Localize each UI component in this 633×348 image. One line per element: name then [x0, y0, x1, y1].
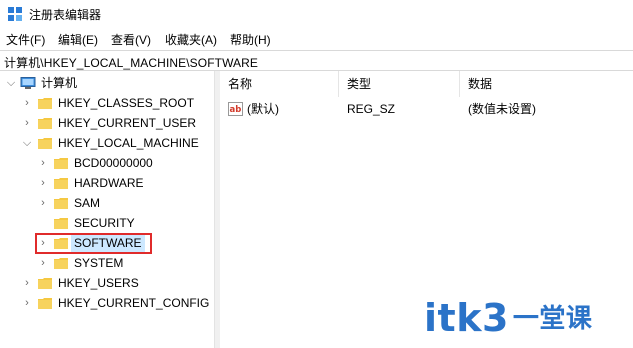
tree-label-sam: SAM	[74, 196, 101, 210]
column-header-data[interactable]: 数据	[460, 71, 633, 97]
tree-item-hkcu[interactable]: › HKEY_CURRENT_USER	[0, 113, 214, 133]
folder-icon	[54, 198, 68, 209]
watermark: itk3 一堂课	[424, 296, 592, 340]
chevron-right-icon[interactable]: ›	[22, 273, 32, 293]
folder-icon	[54, 258, 68, 269]
tree-item-system[interactable]: › SYSTEM	[0, 253, 214, 273]
tree-item-security[interactable]: SECURITY	[0, 213, 214, 233]
title-bar: 注册表编辑器	[0, 0, 633, 28]
watermark-cn: 一堂课	[512, 304, 593, 334]
tree-label-hku: HKEY_USERS	[58, 276, 139, 290]
column-header-type[interactable]: 类型	[339, 71, 459, 97]
tree-item-hardware[interactable]: › HARDWARE	[0, 173, 214, 193]
highlight-box	[35, 233, 152, 254]
address-bar[interactable]: 计算机\HKEY_LOCAL_MACHINE\SOFTWARE	[0, 50, 633, 71]
registry-tree[interactable]: ⌵ 计算机 › HKEY_CLASSES_ROOT › HKEY_CURRENT…	[0, 71, 214, 348]
chevron-right-icon[interactable]: ›	[22, 113, 32, 133]
chevron-right-icon[interactable]: ›	[38, 173, 48, 193]
value-type-cell: REG_SZ	[347, 102, 396, 116]
folder-icon	[54, 218, 68, 229]
tree-item-bcd[interactable]: › BCD00000000	[0, 153, 214, 173]
folder-icon	[54, 178, 68, 189]
menu-file[interactable]: 文件(F)	[6, 31, 45, 48]
menu-bar: 文件(F) 编辑(E) 查看(V) 收藏夹(A) 帮助(H)	[0, 28, 633, 50]
tree-label-computer: 计算机	[41, 76, 78, 90]
tree-label-hkcu: HKEY_CURRENT_USER	[58, 116, 197, 130]
tree-item-hkcc[interactable]: › HKEY_CURRENT_CONFIG	[0, 293, 214, 313]
tree-label-hkcc: HKEY_CURRENT_CONFIG	[58, 296, 210, 310]
menu-help[interactable]: 帮助(H)	[230, 31, 271, 48]
folder-icon	[38, 298, 52, 309]
folder-icon	[38, 118, 52, 129]
value-data-cell: (数值未设置)	[468, 102, 536, 116]
computer-icon	[20, 77, 36, 89]
menu-view[interactable]: 查看(V)	[111, 31, 151, 48]
registry-editor-icon	[8, 7, 22, 21]
tree-label-system: SYSTEM	[74, 256, 124, 270]
chevron-right-icon[interactable]: ›	[38, 193, 48, 213]
address-path[interactable]: 计算机\HKEY_LOCAL_MACHINE\SOFTWARE	[4, 54, 258, 71]
column-header-type-label: 类型	[347, 77, 372, 91]
tree-item-hkcr[interactable]: › HKEY_CLASSES_ROOT	[0, 93, 214, 113]
folder-icon	[38, 278, 52, 289]
tree-item-sam[interactable]: › SAM	[0, 193, 214, 213]
tree-label-security: SECURITY	[74, 216, 135, 230]
window-title: 注册表编辑器	[29, 8, 102, 22]
tree-item-hklm[interactable]: ⌵ HKEY_LOCAL_MACHINE	[0, 133, 214, 153]
svg-text:ab: ab	[230, 105, 242, 115]
string-value-icon: ab	[228, 102, 243, 116]
tree-label-hardware: HARDWARE	[74, 176, 144, 190]
tree-item-hku[interactable]: › HKEY_USERS	[0, 273, 214, 293]
column-header-name-label: 名称	[228, 77, 253, 91]
value-name-cell[interactable]: (默认)	[247, 99, 279, 119]
tree-label-hkcr: HKEY_CLASSES_ROOT	[58, 96, 195, 110]
chevron-right-icon[interactable]: ›	[38, 253, 48, 273]
column-header-name[interactable]: 名称	[220, 71, 338, 97]
chevron-right-icon[interactable]: ›	[38, 153, 48, 173]
folder-open-icon	[38, 138, 52, 149]
tree-label-bcd: BCD00000000	[74, 156, 153, 170]
tree-label-hklm: HKEY_LOCAL_MACHINE	[58, 136, 199, 150]
folder-icon	[54, 158, 68, 169]
chevron-right-icon[interactable]: ›	[22, 93, 32, 113]
watermark-latin: itk3	[424, 296, 509, 340]
column-header-data-label: 数据	[468, 77, 493, 91]
folder-icon	[38, 98, 52, 109]
tree-item-computer[interactable]: ⌵ 计算机	[0, 73, 214, 93]
chevron-right-icon[interactable]: ›	[22, 293, 32, 313]
menu-edit[interactable]: 编辑(E)	[58, 31, 98, 48]
chevron-down-icon[interactable]: ⌵	[22, 133, 32, 153]
menu-favorites[interactable]: 收藏夹(A)	[165, 31, 217, 48]
chevron-down-icon[interactable]: ⌵	[6, 73, 16, 93]
